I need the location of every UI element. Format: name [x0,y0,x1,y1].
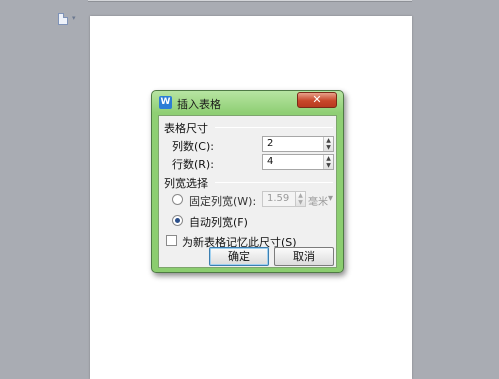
fixed-width-value: 1.59 [267,193,290,204]
remember-size-checkbox[interactable] [166,235,177,246]
fixed-width-label[interactable]: 固定列宽(W): [189,193,256,209]
dialog-body: 表格尺寸 列数(C): 2 ▲ ▼ 行数(R): 4 ▲ ▼ 列宽选择 固定列宽… [158,115,337,268]
columns-label: 列数(C): [172,140,214,153]
unit-dropdown-icon: ▾ [328,193,334,204]
rows-label: 行数(R): [172,158,214,171]
close-button[interactable]: ✕ [297,92,337,108]
column-width-section-label: 列宽选择 [164,177,208,190]
spin-up-icon[interactable]: ▲ [324,137,333,144]
close-icon: ✕ [312,93,322,106]
insert-table-dialog: W 插入表格 ✕ 表格尺寸 列数(C): 2 ▲ ▼ 行数(R): 4 ▲ ▼ … [151,90,344,273]
spin-up-icon: ▲ [298,192,303,199]
dialog-title: 插入表格 [177,98,221,111]
dialog-titlebar[interactable]: W 插入表格 ✕ [152,91,343,113]
columns-value: 2 [267,138,274,149]
chevron-down-icon[interactable]: ▾ [72,14,76,22]
table-size-section-label: 表格尺寸 [164,122,208,135]
spin-down-icon[interactable]: ▼ [324,162,333,169]
fixed-width-spin-buttons: ▲ ▼ [295,192,305,206]
fixed-width-stepper: 1.59 ▲ ▼ [262,191,306,207]
divider [215,127,333,128]
spin-down-icon: ▼ [298,199,303,206]
document-icon[interactable] [58,13,68,25]
columns-spin-buttons[interactable]: ▲ ▼ [323,137,333,151]
rows-value: 4 [267,156,274,167]
spin-up-icon[interactable]: ▲ [324,155,333,162]
spin-down-icon[interactable]: ▼ [324,144,333,151]
rows-stepper[interactable]: 4 ▲ ▼ [262,154,334,170]
ok-button[interactable]: 确定 [209,247,269,266]
auto-width-label[interactable]: 自动列宽(F) [189,214,248,230]
columns-stepper[interactable]: 2 ▲ ▼ [262,136,334,152]
fixed-width-radio[interactable] [172,194,183,205]
wps-writer-icon: W [159,96,172,109]
ruler-edge [88,0,412,2]
cancel-button[interactable]: 取消 [274,247,334,266]
document-workspace: ▾ W 插入表格 ✕ 表格尺寸 列数(C): 2 ▲ ▼ 行数(R): 4 ▲ … [0,0,499,379]
rows-spin-buttons[interactable]: ▲ ▼ [323,155,333,169]
divider [215,182,333,183]
auto-width-radio[interactable] [172,215,183,226]
fixed-width-unit: 毫米 [308,197,328,208]
